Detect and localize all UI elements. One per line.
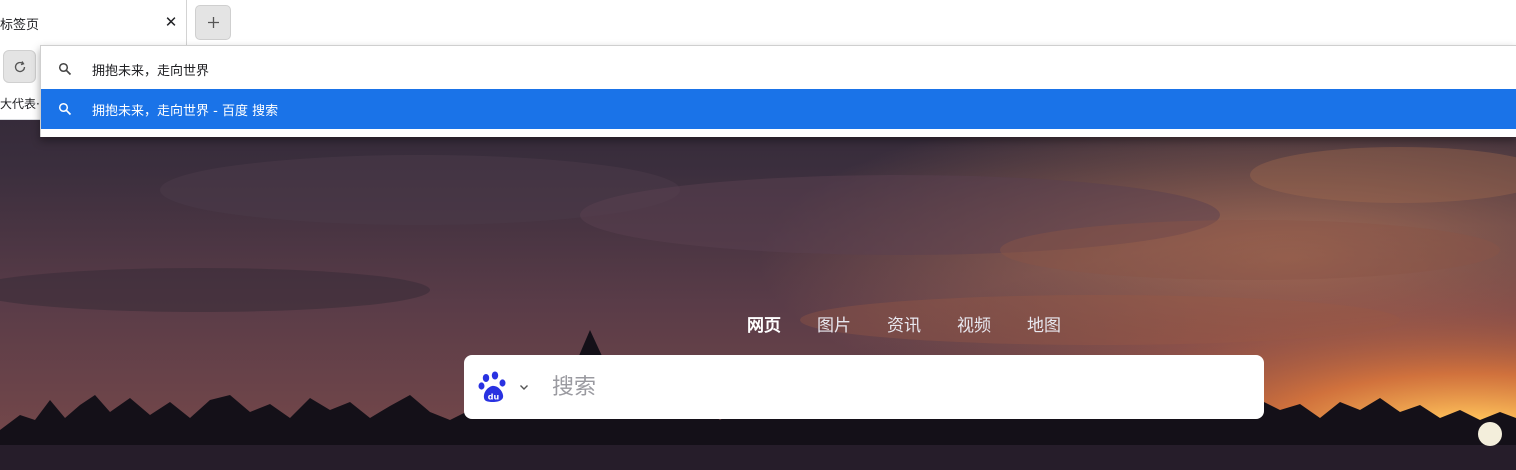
omnibox-dropdown: 拥抱未来，走向世界 拥抱未来，走向世界 - 百度 搜索 (40, 45, 1516, 137)
baidu-search-box: du (464, 355, 1264, 419)
nav-tab-images[interactable]: 图片 (817, 311, 851, 336)
chevron-down-icon[interactable] (518, 381, 530, 393)
baidu-paw-icon[interactable]: du (478, 371, 508, 403)
omnibox-suggestion[interactable]: 拥抱未来，走向世界 - 百度 搜索 (41, 89, 1516, 129)
reload-button[interactable] (3, 50, 36, 83)
search-icon (58, 62, 72, 76)
nav-tab-video[interactable]: 视频 (957, 311, 991, 336)
chrome-divider (0, 119, 40, 120)
new-tab-button[interactable] (195, 5, 231, 40)
suggestion-text: 拥抱未来，走向世界 - 百度 搜索 (92, 104, 279, 119)
toolbar (0, 45, 40, 89)
close-icon[interactable]: ✕ (161, 12, 181, 32)
tab-strip: 标签页 ✕ (0, 0, 1516, 45)
svg-text:du: du (488, 393, 500, 402)
omnibox-input[interactable]: 拥抱未来，走向世界 (92, 60, 209, 79)
search-category-nav: 网页 图片 资讯 视频 地图 (0, 311, 1516, 336)
nav-tab-web[interactable]: 网页 (747, 311, 781, 336)
nav-tab-news[interactable]: 资讯 (887, 311, 921, 336)
omnibox-input-row[interactable]: 拥抱未来，走向世界 (41, 49, 1516, 89)
search-input[interactable] (552, 369, 1242, 405)
bookmark-item[interactable]: 大代表·· (0, 95, 40, 112)
plus-icon (208, 17, 219, 28)
reload-icon (14, 61, 26, 73)
tab-title: 标签页 (0, 18, 40, 33)
search-icon (58, 102, 72, 116)
bookmarks-bar: 大代表·· (0, 89, 40, 119)
browser-tab[interactable]: 标签页 ✕ (0, 0, 187, 45)
nav-tab-map[interactable]: 地图 (1027, 311, 1061, 336)
